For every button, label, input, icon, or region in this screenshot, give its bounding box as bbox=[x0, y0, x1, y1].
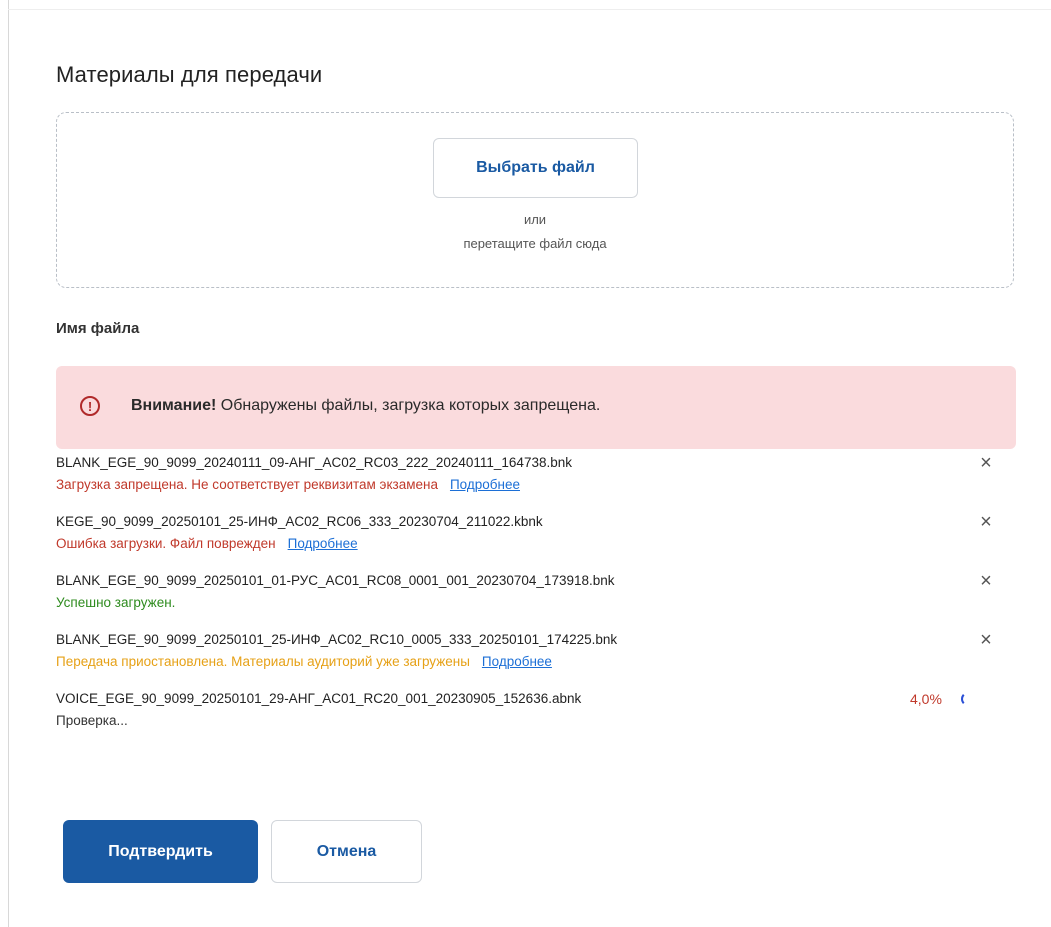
file-name: VOICE_EGE_90_9099_20250101_29-АНГ_AC01_R… bbox=[56, 691, 582, 706]
file-status: Загрузка запрещена. Не соответствует рек… bbox=[56, 477, 520, 492]
remove-file-icon[interactable]: × bbox=[976, 571, 996, 591]
dialog-left-border bbox=[8, 0, 9, 927]
file-name: BLANK_EGE_90_9099_20240111_09-АНГ_AC02_R… bbox=[56, 455, 572, 470]
alert-text: Внимание! Обнаружены файлы, загрузка кот… bbox=[131, 397, 600, 415]
loading-spinner-icon bbox=[961, 692, 975, 706]
file-status: Проверка... bbox=[56, 713, 128, 728]
upload-progress-text: 4,0% bbox=[910, 691, 942, 707]
file-name: BLANK_EGE_90_9099_20250101_01-РУС_AC01_R… bbox=[56, 573, 615, 588]
details-link[interactable]: Подробнее bbox=[482, 654, 552, 669]
choose-file-button[interactable]: Выбрать файл bbox=[433, 138, 638, 198]
file-name: KEGE_90_9099_20250101_25-ИНФ_AC02_RC06_3… bbox=[56, 514, 543, 529]
alert-title: Внимание! bbox=[131, 397, 217, 414]
file-status-text: Передача приостановлена. Материалы аудит… bbox=[56, 654, 470, 669]
dropzone-drag-text: перетащите файл сюда bbox=[463, 236, 607, 251]
file-list: BLANK_EGE_90_9099_20240111_09-АНГ_AC02_R… bbox=[56, 453, 1016, 748]
file-status-text: Ошибка загрузки. Файл поврежден bbox=[56, 536, 276, 551]
file-status: Передача приостановлена. Материалы аудит… bbox=[56, 654, 552, 669]
remove-file-icon[interactable]: × bbox=[976, 512, 996, 532]
alert-message: Обнаружены файлы, загрузка которых запре… bbox=[220, 397, 601, 414]
file-list-header: Имя файла bbox=[56, 320, 140, 337]
file-status: Успешно загружен. bbox=[56, 595, 175, 610]
file-status-text: Загрузка запрещена. Не соответствует рек… bbox=[56, 477, 438, 492]
details-link[interactable]: Подробнее bbox=[288, 536, 358, 551]
upload-dialog: Материалы для передачи Выбрать файл или … bbox=[0, 0, 1051, 927]
file-item: BLANK_EGE_90_9099_20240111_09-АНГ_AC02_R… bbox=[56, 453, 1016, 512]
file-item: VOICE_EGE_90_9099_20250101_29-АНГ_AC01_R… bbox=[56, 689, 1016, 748]
file-status-text: Проверка... bbox=[56, 713, 128, 728]
warning-alert: ! Внимание! Обнаружены файлы, загрузка к… bbox=[56, 366, 1016, 449]
file-dropzone[interactable]: Выбрать файл или перетащите файл сюда bbox=[56, 112, 1014, 288]
file-item: BLANK_EGE_90_9099_20250101_25-ИНФ_AC02_R… bbox=[56, 630, 1016, 689]
exclamation-circle-icon: ! bbox=[80, 396, 100, 416]
dropzone-or-text: или bbox=[523, 212, 547, 227]
cancel-button[interactable]: Отмена bbox=[271, 820, 422, 883]
confirm-button[interactable]: Подтвердить bbox=[63, 820, 258, 883]
file-status-text: Успешно загружен. bbox=[56, 595, 176, 610]
remove-file-icon[interactable]: × bbox=[976, 630, 996, 650]
file-item: BLANK_EGE_90_9099_20250101_01-РУС_AC01_R… bbox=[56, 571, 1016, 630]
details-link[interactable]: Подробнее bbox=[450, 477, 520, 492]
file-status: Ошибка загрузки. Файл поврежден Подробнее bbox=[56, 536, 358, 551]
dialog-title: Материалы для передачи bbox=[56, 62, 323, 87]
file-name: BLANK_EGE_90_9099_20250101_25-ИНФ_AC02_R… bbox=[56, 632, 618, 647]
dialog-top-border bbox=[8, 9, 1051, 10]
remove-file-icon[interactable]: × bbox=[976, 453, 996, 473]
file-item: KEGE_90_9099_20250101_25-ИНФ_AC02_RC06_3… bbox=[56, 512, 1016, 571]
